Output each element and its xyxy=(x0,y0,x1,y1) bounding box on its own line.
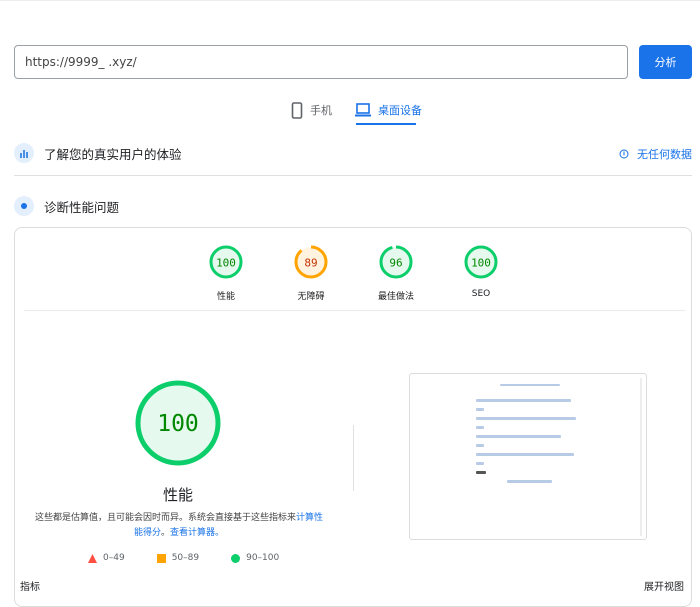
diagnose-icon xyxy=(14,196,34,216)
vertical-divider xyxy=(353,425,354,491)
svg-text:96: 96 xyxy=(389,257,402,270)
gauge-label: SEO xyxy=(471,289,491,299)
gauge-ring: 96 xyxy=(379,245,413,279)
main-score-gauge: 100 xyxy=(135,380,221,466)
legend-average: 50–89 xyxy=(156,553,200,563)
main-score-label: 性能 xyxy=(162,486,193,504)
page-screenshot-thumbnail[interactable] xyxy=(409,373,647,540)
svg-text:100: 100 xyxy=(471,257,491,270)
field-data-section: 了解您的真实用户的体验 xyxy=(14,143,182,163)
no-data-status[interactable]: 无任何数据 xyxy=(619,146,692,162)
tab-mobile[interactable]: 手机 xyxy=(291,99,332,121)
legend-fail: 0–49 xyxy=(88,553,125,563)
field-data-title: 了解您的真实用户的体验 xyxy=(44,146,182,162)
info-icon xyxy=(619,149,629,159)
square-icon xyxy=(156,553,166,563)
circle-icon xyxy=(231,553,241,563)
description-sep: 。 xyxy=(160,528,170,538)
gauge-label: 性能 xyxy=(216,292,235,302)
tab-desktop-label: 桌面设备 xyxy=(378,104,422,117)
legend-fail-label: 0–49 xyxy=(103,553,125,563)
section-divider xyxy=(14,175,692,176)
laptop-icon xyxy=(355,103,371,117)
top-divider xyxy=(0,0,700,1)
diagnose-title: 诊断性能问题 xyxy=(44,199,120,215)
phone-icon xyxy=(291,101,303,119)
tab-desktop[interactable]: 桌面设备 xyxy=(355,99,422,121)
score-description: 这些都是估算值，且可能会因时而异。系统会直接基于这些指标来计算性能得分。查看计算… xyxy=(34,511,324,541)
svg-text:100: 100 xyxy=(216,257,236,270)
gauge-ring: 100 xyxy=(209,245,243,279)
url-input[interactable]: https://9999_ .xyz/ xyxy=(14,45,628,79)
gauge-ring: 100 xyxy=(464,245,498,279)
main-score-value: 100 xyxy=(157,411,199,437)
legend-pass: 90–100 xyxy=(231,553,279,563)
analyze-button[interactable]: 分析 xyxy=(639,45,692,79)
svg-text:89: 89 xyxy=(304,257,317,270)
url-value: https://9999_ .xyz/ xyxy=(25,55,137,69)
legend-pass-label: 90–100 xyxy=(246,553,280,563)
diagnose-section: 诊断性能问题 xyxy=(14,196,119,216)
calculator-link[interactable]: 查看计算器。 xyxy=(170,528,224,538)
gauge-ring: 89 xyxy=(294,245,328,279)
score-gauge-2[interactable]: 96 最佳做法 xyxy=(361,244,431,302)
score-gauge-1[interactable]: 89 无障碍 xyxy=(276,244,346,302)
score-gauge-3[interactable]: 100 SEO xyxy=(446,244,516,299)
score-gauge-0[interactable]: 100 性能 xyxy=(191,244,261,302)
gauge-label: 最佳做法 xyxy=(377,292,414,302)
legend-average-label: 50–89 xyxy=(171,553,200,563)
gauges-divider xyxy=(24,310,686,311)
no-data-label: 无任何数据 xyxy=(637,148,692,161)
expand-view-button[interactable]: 展开视图 xyxy=(644,578,684,593)
triangle-icon xyxy=(88,553,97,563)
active-tab-indicator xyxy=(356,123,416,125)
score-legend: 0–49 50–89 90–100 xyxy=(88,553,279,563)
description-text: 这些都是估算值，且可能会因时而异。系统会直接基于这些指标来 xyxy=(34,513,296,523)
gauge-label: 无障碍 xyxy=(297,292,325,302)
thumbnail-scrollbar[interactable] xyxy=(640,378,642,536)
users-chart-icon xyxy=(14,143,34,163)
tab-mobile-label: 手机 xyxy=(310,104,332,117)
metrics-heading: 指标 xyxy=(20,582,40,593)
